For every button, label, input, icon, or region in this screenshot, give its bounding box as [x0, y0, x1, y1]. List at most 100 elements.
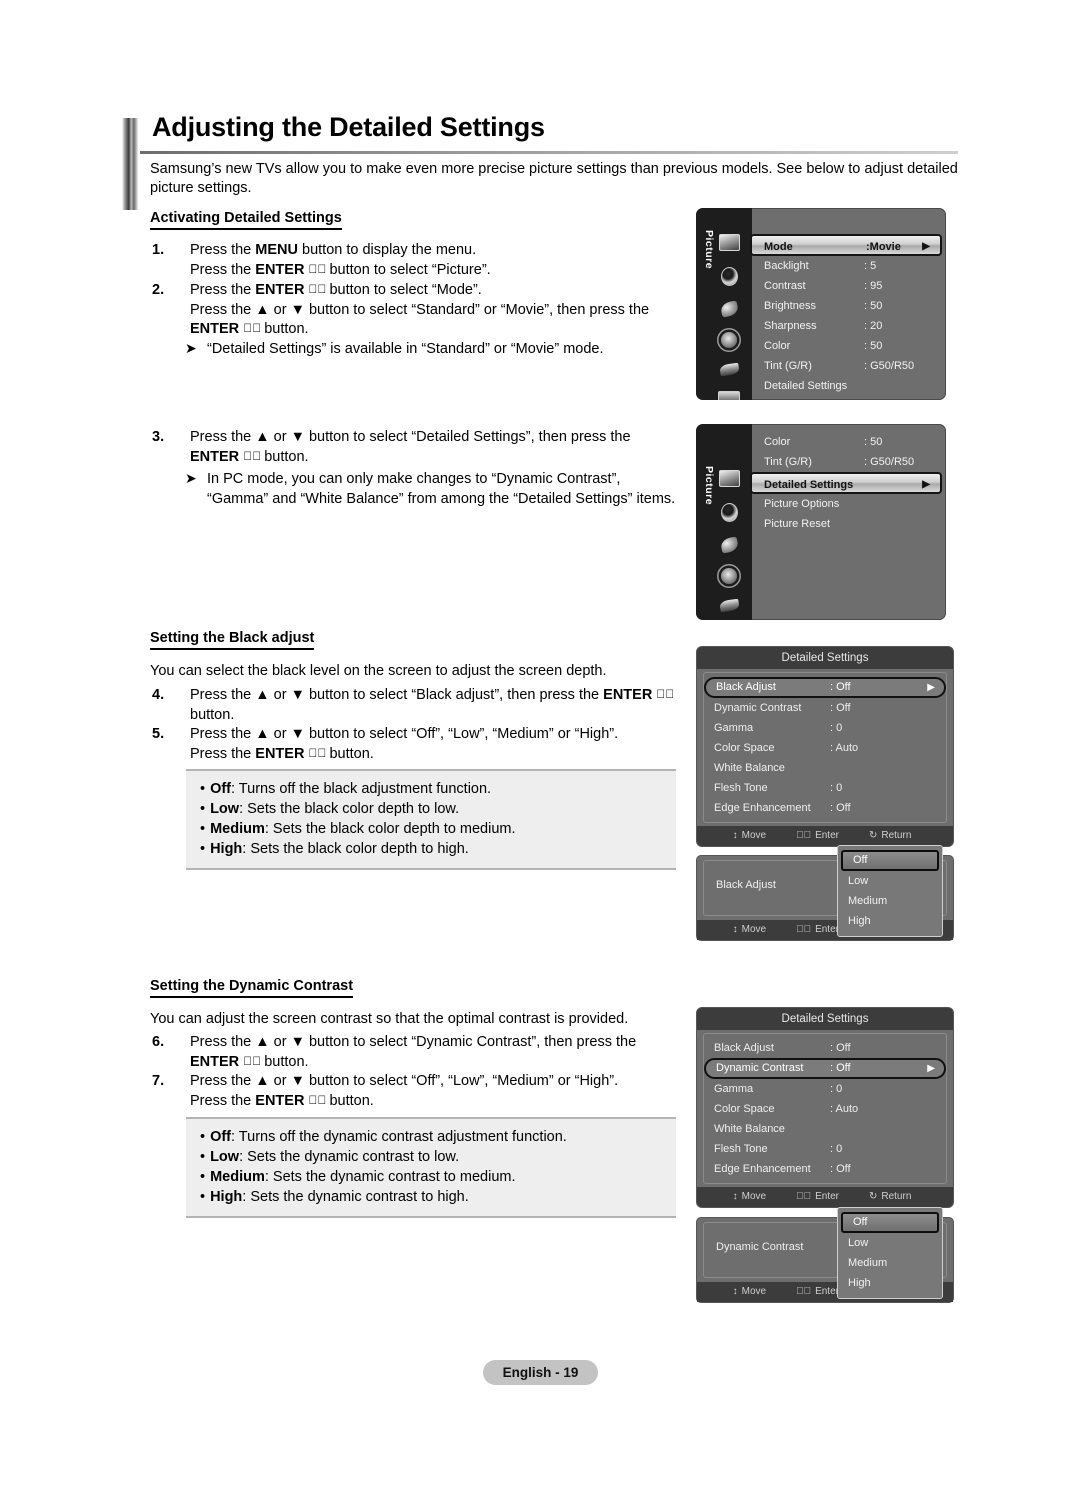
- osd-row-gamma[interactable]: Gamma : 0: [704, 718, 946, 738]
- dropdown-option-off[interactable]: Off: [841, 850, 939, 871]
- osd-row-mode[interactable]: Mode :Movie ▶: [750, 234, 942, 256]
- hint-move: ↕ Move: [733, 826, 766, 846]
- setup-icon[interactable]: [721, 332, 737, 348]
- dropdown-option-medium[interactable]: Medium: [838, 891, 942, 911]
- osd-row-value: : Auto: [830, 742, 859, 754]
- dynamic-contrast-dropdown[interactable]: Off Low Medium High: [837, 1207, 943, 1299]
- title-decoration-bar: [122, 118, 138, 210]
- support-icon[interactable]: [718, 391, 740, 400]
- hint-enter: ↵⃞ Enter: [796, 1187, 839, 1207]
- input-icon[interactable]: [718, 598, 740, 613]
- sound-icon[interactable]: [720, 267, 738, 286]
- option-row: • Off: Turns off the dynamic contrast adj…: [200, 1127, 662, 1147]
- step-5-body: Press the ▲ or ▼ button to select “Off”,…: [190, 725, 697, 764]
- step-2-line2: Press the ▲ or ▼ button to select “Stand…: [190, 301, 650, 318]
- hint-enter: ↵⃞ Enter: [796, 826, 839, 846]
- osd-row-detailed-settings[interactable]: Detailed Settings: [752, 376, 946, 396]
- osd-row-detailed-settings[interactable]: Detailed Settings ▶: [750, 472, 942, 494]
- hint-return: ↻Return: [869, 826, 911, 846]
- bullet-dot-icon: •: [200, 781, 206, 797]
- option-row: • High: Sets the black color depth to hig…: [200, 839, 662, 859]
- channel-icon[interactable]: [719, 300, 739, 318]
- black-adjust-dropdown[interactable]: Off Low Medium High: [837, 845, 943, 937]
- osd-row-edge-enhancement[interactable]: Edge Enhancement : Off: [704, 1159, 946, 1179]
- picture-icon[interactable]: [718, 234, 740, 251]
- osd-row-picture-reset[interactable]: Picture Reset: [752, 514, 946, 534]
- dropdown-option-high[interactable]: High: [838, 1273, 942, 1293]
- osd-dialog-title: Detailed Settings: [697, 1008, 953, 1030]
- osd-row-color[interactable]: Color : 50: [752, 432, 946, 452]
- step-7-line1: Press the ▲ or ▼ button to select “Off”,…: [190, 1073, 619, 1089]
- dynamic-contrast-options-box: • Off: Turns off the dynamic contrast adj…: [186, 1117, 676, 1218]
- hint-enter-label: Enter: [815, 1286, 839, 1297]
- picture-icon[interactable]: [718, 470, 740, 487]
- hint-move: ↕ Move: [733, 1187, 766, 1207]
- osd-row-white-balance[interactable]: White Balance: [704, 1119, 946, 1139]
- step-7-body: Press the ▲ or ▼ button to select “Off”,…: [190, 1072, 697, 1111]
- osd-row-brightness[interactable]: Brightness : 50: [752, 296, 946, 316]
- dropdown-option-off[interactable]: Off: [841, 1212, 939, 1233]
- step-7-number: 7.: [152, 1073, 165, 1089]
- step-1-enter-key: ENTER: [255, 261, 305, 278]
- osd-row-label: Dynamic Contrast: [716, 1062, 804, 1074]
- dropdown-option-low[interactable]: Low: [838, 871, 942, 891]
- osd-picture-menu-2[interactable]: Picture Color : 50 Tint (G/R) : G50/R50 …: [696, 424, 946, 620]
- osd-row-dynamic-contrast[interactable]: Dynamic Contrast : Off: [704, 698, 946, 718]
- osd-row-backlight[interactable]: Backlight : 5: [752, 256, 946, 276]
- step-4-line1-a: Press the ▲ or ▼ button to select “Black…: [190, 687, 604, 703]
- chevron-right-icon: ▶: [922, 241, 930, 252]
- osd-row-tint[interactable]: Tint (G/R) : G50/R50: [752, 452, 946, 472]
- osd-detailed-settings-rows: Black Adjust : Off Dynamic Contrast : Of…: [703, 1033, 947, 1184]
- enter-icon: ↵⃞: [796, 924, 812, 935]
- osd-row-label: Gamma: [714, 1083, 754, 1095]
- osd-row-label: Detailed Settings: [764, 479, 854, 491]
- option-name: Off: [210, 781, 232, 797]
- hint-move-label: Move: [741, 924, 767, 935]
- osd-row-flesh-tone[interactable]: Flesh Tone : 0: [704, 1139, 946, 1159]
- page-title: Adjusting the Detailed Settings: [152, 112, 545, 142]
- osd-row-tint[interactable]: Tint (G/R) : G50/R50: [752, 356, 946, 376]
- osd-row-color-space[interactable]: Color Space : Auto: [704, 738, 946, 758]
- option-desc: : Sets the dynamic contrast to medium.: [264, 1169, 516, 1185]
- osd-row-sharpness[interactable]: Sharpness : 20: [752, 316, 946, 336]
- dropdown-option-high[interactable]: High: [838, 911, 942, 931]
- hint-enter-label: Enter: [815, 830, 839, 841]
- osd-row-picture-options[interactable]: Picture Options: [752, 494, 946, 514]
- option-row: • High: Sets the dynamic contrast to high…: [200, 1187, 662, 1207]
- bullet-dot-icon: •: [200, 841, 206, 857]
- osd-sidebar-label: Picture: [703, 466, 715, 506]
- osd-detailed-settings-dynamic[interactable]: Detailed Settings Black Adjust : Off Dyn…: [696, 1007, 954, 1208]
- step-5-line2-a: Press the: [190, 745, 256, 762]
- heading-activating-detailed-settings: Activating Detailed Settings: [150, 210, 342, 230]
- osd-row-label: Tint (G/R): [764, 456, 812, 468]
- osd-picture-menu-1[interactable]: Picture Mode :Movie ▶ Backlight : 5 Cont…: [696, 208, 946, 400]
- osd-row-dynamic-contrast[interactable]: Dynamic Contrast : Off ▶: [704, 1058, 946, 1079]
- osd-row-label: Contrast: [764, 280, 806, 292]
- step-1-body: Press the MENU button to display the men…: [190, 241, 692, 280]
- osd-row-black-adjust[interactable]: Black Adjust : Off: [704, 1038, 946, 1058]
- osd-row-gamma[interactable]: Gamma : 0: [704, 1079, 946, 1099]
- option-name: High: [210, 841, 243, 857]
- step-6: 6. Press the ▲ or ▼ button to select “Dy…: [152, 1033, 697, 1072]
- osd-row-contrast[interactable]: Contrast : 95: [752, 276, 946, 296]
- dropdown-option-low[interactable]: Low: [838, 1233, 942, 1253]
- osd-row-black-adjust[interactable]: Black Adjust : Off ▶: [704, 677, 946, 698]
- osd-row-color[interactable]: Color : 50: [752, 336, 946, 356]
- channel-icon[interactable]: [719, 536, 739, 554]
- dropdown-option-medium[interactable]: Medium: [838, 1253, 942, 1273]
- step-2-line1-c: button to select “Mode”.: [325, 282, 482, 298]
- setup-icon[interactable]: [721, 568, 737, 584]
- osd-row-flesh-tone[interactable]: Flesh Tone : 0: [704, 778, 946, 798]
- osd-row-color-space[interactable]: Color Space : Auto: [704, 1099, 946, 1119]
- step-5: 5. Press the ▲ or ▼ button to select “Of…: [152, 725, 697, 764]
- option-row: • Medium: Sets the black color depth to m…: [200, 819, 662, 839]
- option-name: Off: [210, 1129, 232, 1145]
- osd-detailed-settings-black[interactable]: Detailed Settings Black Adjust : Off ▶ D…: [696, 646, 954, 847]
- sound-icon[interactable]: [720, 503, 738, 522]
- note-pc-mode-line2: “Gamma” and “White Balance” from among t…: [207, 490, 676, 507]
- osd-row-label: Flesh Tone: [714, 1143, 768, 1155]
- osd-row-white-balance[interactable]: White Balance: [704, 758, 946, 778]
- input-icon[interactable]: [718, 362, 740, 377]
- dynamic-contrast-intro: You can adjust the screen contrast so th…: [150, 1011, 629, 1027]
- osd-row-edge-enhancement[interactable]: Edge Enhancement : Off: [704, 798, 946, 818]
